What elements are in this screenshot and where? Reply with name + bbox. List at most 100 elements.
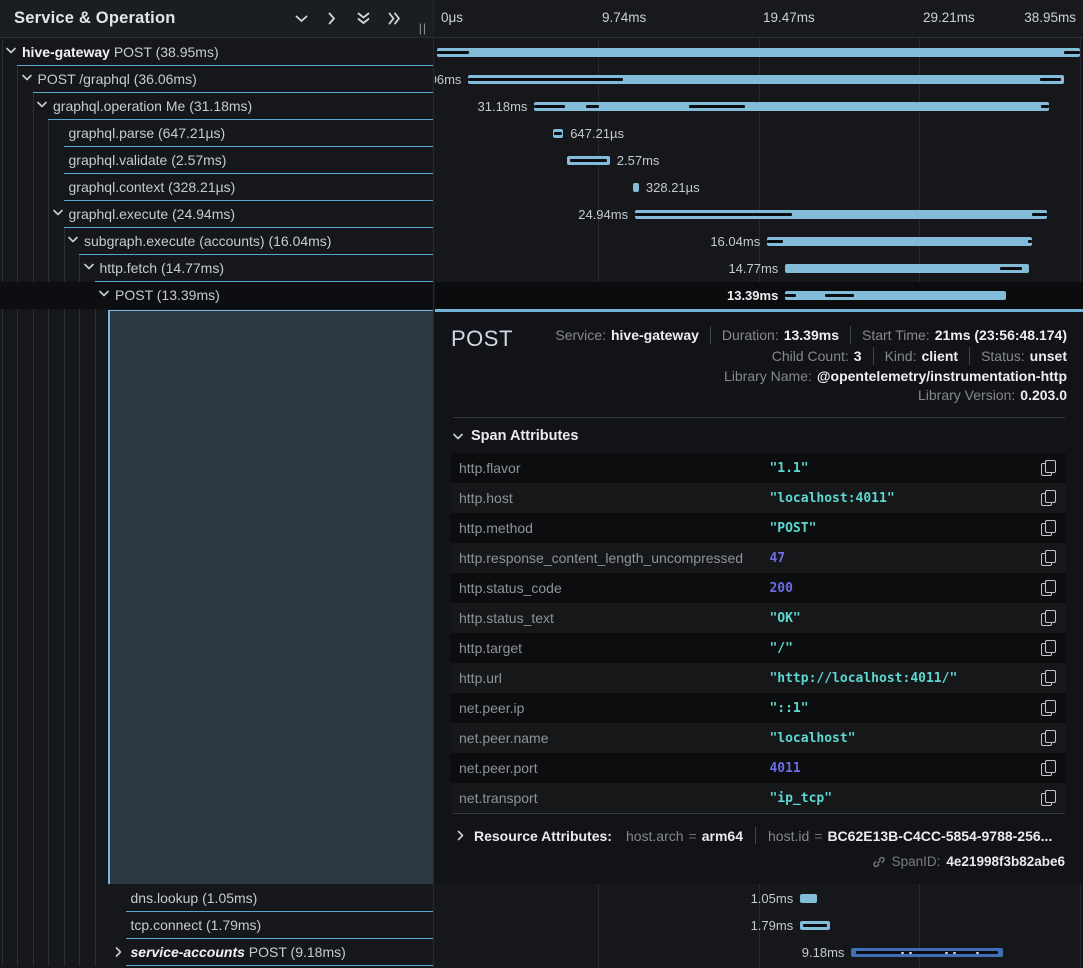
timeline-row[interactable]: 1.05ms xyxy=(435,885,1083,912)
timeline-row[interactable]: 24.94ms xyxy=(435,201,1083,228)
chevron-down-icon[interactable] xyxy=(84,263,94,270)
chevron-down-icon[interactable] xyxy=(37,101,47,108)
attribute-key: net.peer.port xyxy=(459,760,769,776)
span-tree-row[interactable]: service-accounts POST (9.18ms) xyxy=(0,939,434,966)
span-tree-row[interactable]: graphql.validate (2.57ms) xyxy=(0,147,434,174)
duration-label: 9.18ms xyxy=(802,945,845,960)
span-duration-bar[interactable] xyxy=(468,75,1063,84)
span-tree-row[interactable]: POST (13.39ms) xyxy=(0,282,434,309)
span-tree-row[interactable]: http.fetch (14.77ms) xyxy=(0,255,434,282)
timeline-row[interactable]: 9.18ms xyxy=(435,939,1083,966)
span-duration-bar[interactable] xyxy=(567,156,609,165)
span-tree-row[interactable]: graphql.execute (24.94ms) xyxy=(0,201,434,228)
chevron-down-icon[interactable] xyxy=(99,290,109,297)
duration-label: 2.57ms xyxy=(617,153,660,168)
span-duration-bar[interactable] xyxy=(767,237,1032,246)
span-duration-bar[interactable] xyxy=(553,129,564,138)
attribute-row: http.host"localhost:4011" xyxy=(451,483,1066,513)
panel-resize-grip[interactable]: || xyxy=(419,21,427,35)
copy-icon[interactable] xyxy=(1041,760,1056,776)
copy-icon[interactable] xyxy=(1041,520,1056,536)
copy-icon[interactable] xyxy=(1041,550,1056,566)
chevron-down-icon[interactable] xyxy=(6,47,16,54)
timeline-row[interactable]: 13.39ms xyxy=(435,282,1083,309)
tree-indent-guide xyxy=(95,282,96,966)
timeline-row[interactable]: 38.95ms xyxy=(435,39,1083,66)
meta-value: hive-gateway xyxy=(611,327,699,343)
resource-attributes-pairs: host.arch=arm64host.id=BC62E13B-C4CC-585… xyxy=(626,827,1052,844)
expand-all-icon[interactable] xyxy=(387,12,401,26)
span-attributes-toggle[interactable]: Span Attributes xyxy=(453,428,1067,444)
span-duration-bar[interactable] xyxy=(633,183,638,192)
collapse-all-icon[interactable] xyxy=(356,12,370,26)
chevron-down-icon[interactable] xyxy=(53,209,63,216)
span-meta-line: Library Name:@opentelemetry/instrumentat… xyxy=(724,368,1067,384)
span-tree-row[interactable]: graphql.parse (647.21µs) xyxy=(0,120,434,147)
copy-icon[interactable] xyxy=(1041,730,1056,746)
child-span-mark xyxy=(689,105,746,108)
collapse-one-icon[interactable] xyxy=(294,12,308,26)
resource-attributes-row[interactable]: Resource Attributes: host.arch=arm64host… xyxy=(453,827,1065,844)
span-label: graphql.operation Me (31.18ms) xyxy=(53,98,252,114)
span-duration-bar[interactable] xyxy=(851,948,1003,957)
timeline-header: 0μs9.74ms19.47ms29.21ms38.95ms xyxy=(435,0,1083,38)
span-duration-bar[interactable] xyxy=(785,264,1029,273)
span-label: hive-gateway POST (38.95ms) xyxy=(22,44,219,60)
span-tree-row[interactable]: graphql.operation Me (31.18ms) xyxy=(0,93,434,120)
timeline-row[interactable]: 36.06ms xyxy=(435,66,1083,93)
child-span-mark xyxy=(586,105,599,108)
child-span-mark xyxy=(1028,240,1032,243)
resource-pair: host.arch=arm64 xyxy=(626,828,743,844)
child-span-mark xyxy=(825,294,854,297)
copy-icon[interactable] xyxy=(1041,490,1056,506)
copy-icon[interactable] xyxy=(1041,670,1056,686)
span-duration-bar[interactable] xyxy=(800,921,830,930)
span-tree-row[interactable]: graphql.context (328.21µs) xyxy=(0,174,434,201)
attribute-key: net.transport xyxy=(459,790,769,806)
span-duration-bar[interactable] xyxy=(635,210,1047,219)
child-span-dot xyxy=(976,952,979,954)
span-tree-row[interactable]: tcp.connect (1.79ms) xyxy=(0,912,434,939)
expand-one-icon[interactable] xyxy=(325,12,339,26)
copy-icon[interactable] xyxy=(1041,460,1056,476)
copy-icon[interactable] xyxy=(1041,610,1056,626)
attribute-row: http.status_code200 xyxy=(451,573,1066,603)
span-duration-bar[interactable] xyxy=(785,291,1006,300)
chevron-down-icon[interactable] xyxy=(22,74,32,81)
copy-icon[interactable] xyxy=(1041,700,1056,716)
span-tree-row[interactable]: dns.lookup (1.05ms) xyxy=(0,885,434,912)
attribute-value: "/" xyxy=(769,641,1041,656)
meta-value: 0.203.0 xyxy=(1020,387,1067,403)
timeline-row[interactable]: 31.18ms xyxy=(435,93,1083,120)
meta-label: Child Count: xyxy=(772,348,849,364)
span-duration-bar[interactable] xyxy=(800,894,817,903)
chevron-right-icon[interactable] xyxy=(115,947,122,957)
span-duration-bar[interactable] xyxy=(437,48,1080,57)
tree-indent-guide xyxy=(79,255,80,966)
timeline-tick: 38.95ms xyxy=(1024,10,1076,25)
timeline-row[interactable]: 1.79ms xyxy=(435,912,1083,939)
child-span-dot xyxy=(945,952,948,954)
child-span-mark xyxy=(1064,51,1080,54)
attribute-key: http.target xyxy=(459,640,769,656)
meta-separator xyxy=(873,347,874,365)
link-icon[interactable] xyxy=(872,855,886,869)
span-duration-bar[interactable] xyxy=(534,102,1049,111)
span-tree-row[interactable]: POST /graphql (36.06ms) xyxy=(0,66,434,93)
timeline-row[interactable]: 16.04ms xyxy=(435,228,1083,255)
span-label: dns.lookup (1.05ms) xyxy=(131,890,258,906)
span-tree-row[interactable]: subgraph.execute (accounts) (16.04ms) xyxy=(0,228,434,255)
copy-icon[interactable] xyxy=(1041,790,1056,806)
span-tree-row[interactable]: hive-gateway POST (38.95ms) xyxy=(0,39,434,66)
timeline-row[interactable]: 14.77ms xyxy=(435,255,1083,282)
copy-icon[interactable] xyxy=(1041,640,1056,656)
attribute-value: "localhost:4011" xyxy=(769,491,1041,506)
timeline-row[interactable]: 647.21µs xyxy=(435,120,1083,147)
span-id-row: SpanID: 4e21998f3b82abe6 xyxy=(451,854,1065,869)
span-attributes-table: http.flavor"1.1"http.host"localhost:4011… xyxy=(451,453,1066,813)
copy-icon[interactable] xyxy=(1041,580,1056,596)
timeline-row[interactable]: 328.21µs xyxy=(435,174,1083,201)
meta-item: Service:hive-gateway xyxy=(555,327,699,343)
chevron-down-icon[interactable] xyxy=(68,236,78,243)
timeline-row[interactable]: 2.57ms xyxy=(435,147,1083,174)
